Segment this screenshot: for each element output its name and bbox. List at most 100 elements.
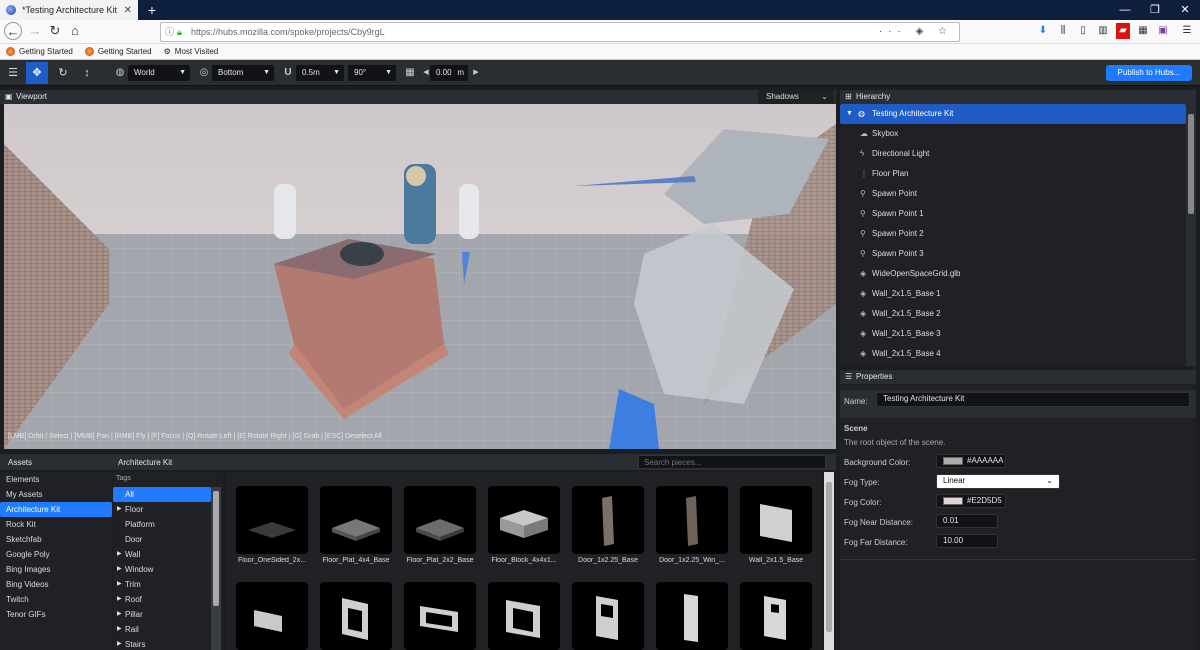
- close-window-icon[interactable]: ✕: [1170, 0, 1200, 20]
- reload-icon[interactable]: ↻: [46, 22, 64, 40]
- piece-card[interactable]: [404, 582, 476, 650]
- fog-far-input[interactable]: 10.00: [936, 534, 998, 548]
- tag-item[interactable]: All: [113, 487, 211, 502]
- piece-card[interactable]: [656, 582, 728, 650]
- info-icon[interactable]: ⓘ: [165, 23, 174, 41]
- hierarchy-item[interactable]: ☁ Skybox: [840, 124, 1186, 144]
- caret-right-icon[interactable]: ▶: [117, 592, 122, 607]
- asset-source-item[interactable]: Rock Kit: [0, 517, 112, 532]
- piece-card[interactable]: [320, 582, 392, 650]
- asset-source-item[interactable]: Google Poly: [0, 547, 112, 562]
- translate-tool-icon[interactable]: ✥: [26, 62, 48, 84]
- piece-card[interactable]: Floor_Plat_4x4_Base: [320, 486, 392, 564]
- asset-source-item[interactable]: Elements: [0, 472, 112, 487]
- extension-red-icon[interactable]: ▰: [1116, 23, 1130, 39]
- fog-color-input[interactable]: #E2D5D5: [936, 494, 1006, 508]
- expand-arrow-icon[interactable]: ▼: [846, 104, 853, 124]
- piece-card[interactable]: Wall_2x1.5_Base: [740, 486, 812, 564]
- asset-source-item[interactable]: Bing Videos: [0, 577, 112, 592]
- tag-item[interactable]: ▶ Wall: [113, 547, 211, 562]
- scrollbar-thumb[interactable]: [213, 491, 219, 606]
- hierarchy-item[interactable]: ◈ Wall_2x1.5_Base 1: [840, 284, 1186, 304]
- caret-right-icon[interactable]: ▶: [117, 637, 122, 650]
- tags-scrollbar[interactable]: [211, 487, 221, 650]
- home-icon[interactable]: ⌂: [66, 22, 84, 40]
- bookmark-most-visited[interactable]: ⚙ Most Visited: [164, 47, 219, 56]
- caret-right-icon[interactable]: ▶: [117, 502, 122, 517]
- asset-source-item[interactable]: Bing Images: [0, 562, 112, 577]
- piece-card[interactable]: [740, 582, 812, 650]
- shadows-select[interactable]: Shadows ⌄: [758, 90, 834, 104]
- piece-card[interactable]: Floor_OneSided_2x...: [236, 486, 308, 564]
- extension-barcode-icon[interactable]: ▥: [1096, 23, 1110, 39]
- search-pieces-input[interactable]: [638, 455, 826, 469]
- forward-arrow-icon[interactable]: →: [26, 22, 44, 40]
- asset-source-item[interactable]: Sketchfab: [0, 532, 112, 547]
- hierarchy-item[interactable]: ⚲ Spawn Point 2: [840, 224, 1186, 244]
- magnet-snap-icon[interactable]: U: [280, 65, 296, 81]
- caret-right-icon[interactable]: ▶: [117, 547, 122, 562]
- close-tab-icon[interactable]: ✕: [124, 5, 132, 16]
- minimize-window-icon[interactable]: —: [1110, 0, 1140, 20]
- tag-item[interactable]: ▶ Roof: [113, 592, 211, 607]
- transform-pivot-select[interactable]: Bottom ▼: [212, 65, 274, 81]
- asset-source-item[interactable]: Twitch: [0, 592, 112, 607]
- caret-right-icon[interactable]: ▶: [117, 607, 122, 622]
- new-tab-button[interactable]: +: [144, 1, 160, 19]
- asset-source-item[interactable]: My Assets: [0, 487, 112, 502]
- hierarchy-item[interactable]: ◈ WideOpenSpaceGrid.glb: [840, 264, 1186, 284]
- fog-near-input[interactable]: 0.01: [936, 514, 998, 528]
- sidebar-icon[interactable]: ▯: [1076, 23, 1090, 39]
- hierarchy-item[interactable]: ◈ Wall_2x1.5_Base 4: [840, 344, 1186, 364]
- menu-icon[interactable]: ☰: [2, 62, 24, 84]
- hierarchy-item[interactable]: ◈ Wall_2x1.5_Base 3: [840, 324, 1186, 344]
- tag-item[interactable]: ▶ Stairs: [113, 637, 211, 650]
- extension-grid-icon[interactable]: ▦: [1136, 23, 1150, 39]
- piece-card[interactable]: [236, 582, 308, 650]
- background-color-input[interactable]: #AAAAAA: [936, 454, 1006, 468]
- bookmark-getting-started-2[interactable]: Getting Started: [84, 47, 152, 56]
- download-icon[interactable]: ⬇: [1036, 23, 1050, 39]
- hierarchy-item[interactable]: ⋮ Floor Plan: [840, 164, 1186, 184]
- tag-item[interactable]: Door: [113, 532, 211, 547]
- grid-icon[interactable]: ▦: [402, 65, 418, 81]
- fog-type-select[interactable]: Linear ⌄: [936, 474, 1060, 489]
- hierarchy-scrollbar[interactable]: [1186, 104, 1196, 366]
- library-icon[interactable]: ⫼: [1056, 23, 1070, 39]
- tag-item[interactable]: ▶ Trim: [113, 577, 211, 592]
- hierarchy-item[interactable]: ▼ ◍ Testing Architecture Kit: [840, 104, 1186, 124]
- caret-right-icon[interactable]: ▶: [117, 577, 122, 592]
- hierarchy-item[interactable]: ⚲ Spawn Point: [840, 184, 1186, 204]
- piece-card[interactable]: Door_1x2.25_Win_...: [656, 486, 728, 564]
- asset-source-item[interactable]: Tenor GIFs: [0, 607, 112, 622]
- url-bar[interactable]: ⓘ 🔒︎ https://hubs.mozilla.com/spoke/proj…: [160, 22, 960, 42]
- transform-space-select[interactable]: World ▼: [128, 65, 190, 81]
- scrollbar-thumb[interactable]: [826, 482, 832, 632]
- tag-item[interactable]: ▶ Floor: [113, 502, 211, 517]
- tag-item[interactable]: ▶ Window: [113, 562, 211, 577]
- grid-increment-icon[interactable]: ▶: [468, 65, 484, 81]
- piece-card[interactable]: [572, 582, 644, 650]
- hierarchy-item[interactable]: ⚲ Spawn Point 1: [840, 204, 1186, 224]
- caret-right-icon[interactable]: ▶: [117, 622, 122, 637]
- bookmark-getting-started-1[interactable]: Getting Started: [6, 47, 73, 56]
- piece-card[interactable]: Floor_Plat_2x2_Base: [404, 486, 476, 564]
- snap-rotate-select[interactable]: 90° ▼: [348, 65, 396, 81]
- rotate-tool-icon[interactable]: ↻: [52, 62, 74, 84]
- lock-icon[interactable]: 🔒︎: [177, 23, 182, 41]
- restore-window-icon[interactable]: ❐: [1140, 0, 1170, 20]
- piece-card[interactable]: Door_1x2.25_Base: [572, 486, 644, 564]
- snap-translate-select[interactable]: 0.5m ▼: [296, 65, 344, 81]
- caret-right-icon[interactable]: ▶: [117, 562, 122, 577]
- asset-source-item[interactable]: Architecture Kit: [0, 502, 112, 517]
- tag-item[interactable]: ▶ Pillar: [113, 607, 211, 622]
- menu-hamburger-icon[interactable]: ☰: [1180, 23, 1194, 39]
- tag-item[interactable]: ▶ Rail: [113, 622, 211, 637]
- scale-tool-icon[interactable]: ↕: [76, 62, 98, 84]
- grid-height-input[interactable]: 0.00 m: [430, 65, 468, 81]
- hierarchy-item[interactable]: ϟ Directional Light: [840, 144, 1186, 164]
- browser-tab[interactable]: *Testing Architecture Kit | Spoke ✕: [0, 0, 138, 20]
- hierarchy-item[interactable]: ◈ Wall_2x1.5_Base 2: [840, 304, 1186, 324]
- pieces-scrollbar[interactable]: [824, 472, 834, 650]
- piece-card[interactable]: [488, 582, 560, 650]
